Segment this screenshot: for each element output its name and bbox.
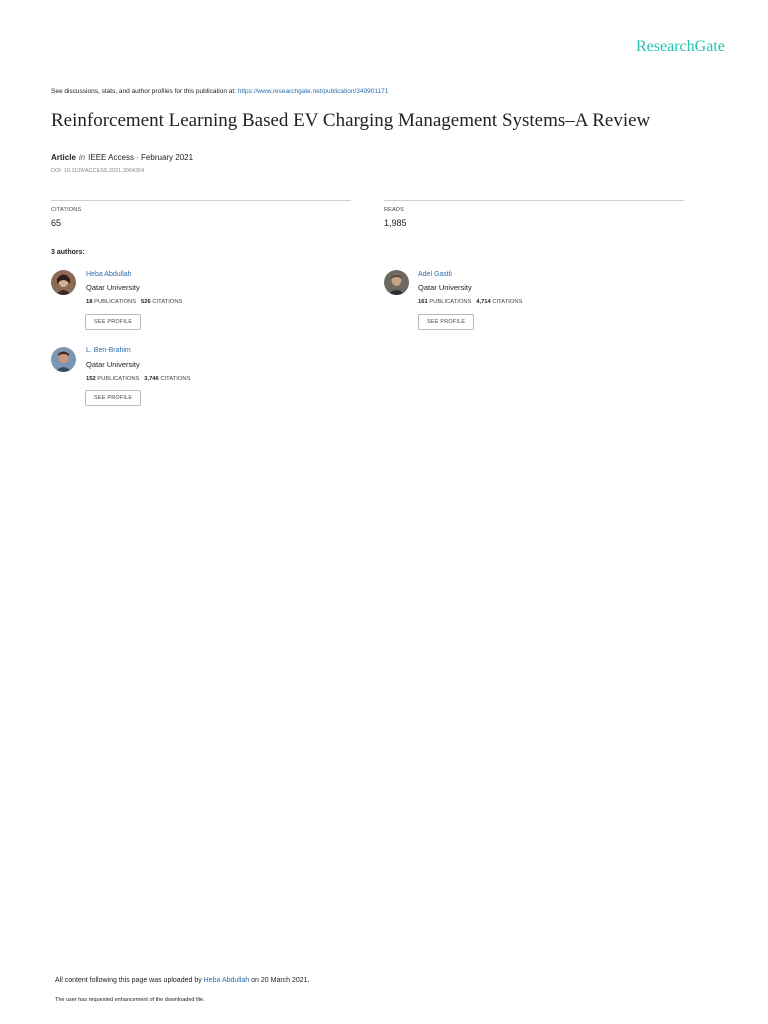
author-affiliation: Qatar University (86, 283, 140, 292)
reads-value: 1,985 (384, 218, 407, 228)
see-profile-button[interactable]: SEE PROFILE (85, 390, 142, 406)
author-affiliation: Qatar University (418, 283, 472, 292)
researchgate-logo[interactable]: ResearchGate (636, 38, 725, 56)
page-title: Reinforcement Learning Based EV Charging… (51, 110, 651, 131)
publications-label: PUBLICATIONS (94, 299, 137, 305)
publications-label: PUBLICATIONS (97, 376, 140, 382)
upload-suffix: on 20 March 2021. (249, 977, 310, 984)
reads-divider (384, 200, 684, 201)
discussion-line: See discussions, stats, and author profi… (51, 88, 388, 95)
doi-text: DOI: 10.1109/ACCESS.2021.3064354 (51, 168, 145, 174)
author-stats: 18 PUBLICATIONS 526 CITATIONS (86, 299, 182, 305)
avatar-heba-abdullah[interactable] (51, 270, 76, 295)
author-name-adel-gastli[interactable]: Adel Gastli (418, 271, 452, 278)
authors-count: 3 authors: (51, 249, 85, 256)
citations-label: CITATIONS (492, 299, 523, 305)
author-stats: 161 PUBLICATIONS 4,714 CITATIONS (418, 299, 522, 305)
publication-link[interactable]: https://www.researchgate.net/publication… (238, 88, 389, 95)
publications-count: 152 (86, 376, 96, 382)
citations-label: CITATIONS (51, 207, 82, 213)
upload-note: All content following this page was uplo… (55, 977, 310, 984)
author-affiliation: Qatar University (86, 360, 140, 369)
see-profile-button[interactable]: SEE PROFILE (418, 314, 475, 330)
publications-count: 18 (86, 299, 93, 305)
article-type: Article (51, 153, 76, 162)
uploader-link[interactable]: Heba Abdullah (204, 977, 250, 984)
enhancement-note: The user has requested enhancement of th… (55, 997, 205, 1003)
see-profile-button[interactable]: SEE PROFILE (85, 314, 142, 330)
citations-value: 65 (51, 218, 62, 228)
avatar-adel-gastli[interactable] (384, 270, 409, 295)
author-name-heba-abdullah[interactable]: Heba Abdullah (86, 271, 132, 278)
citations-count: 526 (141, 299, 151, 305)
discussion-prefix: See discussions, stats, and author profi… (51, 88, 238, 95)
citations-label: CITATIONS (152, 299, 183, 305)
citations-count: 4,714 (476, 299, 491, 305)
author-name-l-ben-brahim[interactable]: L. Ben-Brahim (86, 347, 131, 354)
in-label: in (78, 153, 86, 162)
author-stats: 152 PUBLICATIONS 3,746 CITATIONS (86, 376, 190, 382)
journal-venue: IEEE Access · February 2021 (88, 153, 194, 162)
reads-label: READS (384, 207, 404, 213)
article-meta: Article in IEEE Access · February 2021 (51, 153, 193, 162)
citations-divider (51, 200, 351, 201)
publications-count: 161 (418, 299, 428, 305)
upload-prefix: All content following this page was uplo… (55, 977, 204, 984)
citations-count: 3,746 (144, 376, 159, 382)
citations-label: CITATIONS (160, 376, 191, 382)
publications-label: PUBLICATIONS (429, 299, 472, 305)
avatar-l-ben-brahim[interactable] (51, 347, 76, 372)
